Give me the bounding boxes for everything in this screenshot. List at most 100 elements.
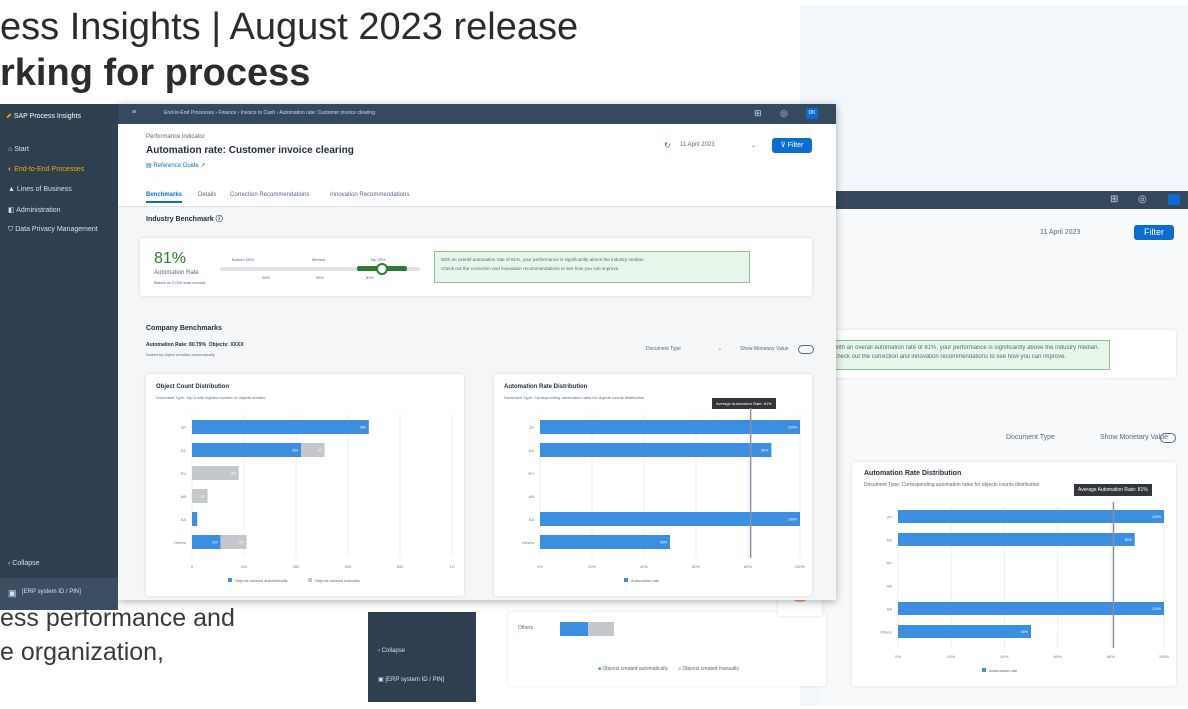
menu-icon[interactable]: ≡ [132, 109, 136, 116]
category-label: ZP [887, 515, 892, 520]
app-name: SAP Process Insights [13, 113, 82, 120]
monetary-toggle-label: Show Monetary Value [1100, 434, 1168, 441]
tick-label: 1K [450, 564, 455, 569]
avatar[interactable]: DK [806, 108, 818, 119]
tick-label: 20% [947, 654, 955, 659]
monetary-toggle[interactable] [798, 345, 814, 354]
chart-subtitle: Document Type: Corresponding automation … [864, 482, 1040, 488]
legend-manual-label: Objects created manually [315, 578, 360, 583]
automation-rate-panel-bg: Automation Rate Distribution Document Ty… [852, 462, 1176, 686]
industry-benchmark-card: 81% Automation Rate Based on 2,000 data … [140, 238, 812, 296]
help-icon[interactable]: ◎ [780, 108, 788, 119]
data-label: 90 [318, 449, 322, 453]
grid-icon[interactable]: ⊞ [1110, 194, 1118, 205]
tab-details[interactable]: Details [198, 192, 216, 198]
benchmark-message: With an overall automation rate of 81%, … [434, 251, 750, 283]
company-sub: Sorted by object creation automatically [146, 352, 215, 357]
sidebar-item-lines-of-business[interactable]: ▲ Lines of Business [8, 186, 72, 193]
breadcrumb-item[interactable]: Invoice to Cash [241, 110, 275, 116]
slide-bottom-line2: e organization, [0, 638, 165, 666]
tick-label: 200 [241, 564, 248, 569]
avatar[interactable] [1168, 194, 1180, 205]
slider-value-bottom: 28% [262, 275, 271, 280]
breadcrumb-item[interactable]: Finance [218, 110, 236, 116]
category-label: SA [181, 517, 187, 522]
info-icon[interactable]: ⓘ [216, 216, 223, 223]
tab-benchmarks[interactable]: Benchmarks [146, 192, 183, 203]
bar [192, 443, 302, 457]
category-label: Others [174, 540, 186, 545]
bar [540, 420, 800, 434]
sidebar-item-end-to-end[interactable]: ◐ End-to-End Processes [8, 166, 84, 173]
bar [898, 510, 1164, 523]
data-label: 89% [1125, 538, 1132, 542]
date-select[interactable]: 11 April 2023 [1040, 229, 1080, 236]
category-label: DZ [529, 448, 535, 453]
legend-auto-label: Objects created automatically [235, 578, 287, 583]
help-icon[interactable]: ◎ [1138, 194, 1147, 205]
category-label: Others [522, 540, 534, 545]
sidebar-item-administration[interactable]: ◧ Administration [8, 206, 61, 214]
logo-icon: ⬈ [6, 113, 12, 120]
bar [540, 443, 772, 457]
benchmark-message: With an overall automation rate of 81%, … [826, 340, 1110, 370]
filter-button[interactable]: Filter [1134, 225, 1174, 240]
category-label: DZ [181, 448, 187, 453]
system-selector[interactable]: ▣ [ERP system ID / PIN] [0, 578, 118, 610]
admin-icon: ◧ [8, 207, 15, 214]
filter-button[interactable]: ⊽ Filter [772, 138, 812, 153]
bar-others-auto [560, 622, 588, 636]
tick-label: 40% [1000, 654, 1008, 659]
sidebar-item-data-privacy[interactable]: ⛉ Data Privacy Management [8, 226, 98, 234]
category-label: DZ [887, 538, 893, 543]
bar-others-manual [588, 622, 614, 636]
data-label: 680 [360, 426, 366, 430]
data-label: 420 [292, 449, 298, 453]
bar [192, 512, 198, 526]
data-label: 100 [238, 541, 244, 545]
date-select[interactable]: 11 April 2023 ⌄ [680, 142, 760, 153]
tab-innovation-recommendations[interactable]: Innovation Recommendations [330, 192, 409, 198]
slider-label-median: Median [312, 257, 326, 262]
industry-benchmark-heading: Industry Benchmark ⓘ [146, 214, 223, 224]
category-label: AB [887, 584, 893, 589]
sidebar-item-start[interactable]: ⌂ Start [8, 146, 29, 153]
category-label: AB [529, 494, 535, 499]
data-label: 60 [201, 495, 205, 499]
slide-title-line1: ess Insights | August 2023 release [0, 6, 579, 48]
document-type-dropdown[interactable]: Document Type [1006, 434, 1055, 441]
breadcrumb: End-to-End Processes › Finance › Invoice… [164, 110, 375, 116]
grid-icon[interactable]: ⊞ [754, 108, 762, 119]
refresh-icon[interactable]: ↻ [664, 141, 671, 150]
reference-guide-link[interactable]: ▤ Reference Guide ↗ [146, 162, 205, 169]
app-logo[interactable]: ⬈ SAP Process Insights [6, 112, 81, 120]
category-label: Others [880, 630, 892, 635]
collapse-button[interactable]: ‹ Collapse [378, 648, 405, 654]
bar [898, 625, 1031, 638]
collapse-button[interactable]: ‹ Collapse [8, 560, 40, 567]
object-count-chart: 0 200 400 600 800 1K ZP 680 DZ 420 90 RV 180 AB 60 SA Ot… [174, 414, 455, 583]
filter-label: Filter [787, 142, 804, 149]
legend-manual: ■ Objects created manually [678, 666, 739, 672]
book-icon: ▤ [146, 163, 152, 169]
collapse-label: Collapse [381, 648, 406, 654]
tick-label: 20% [588, 564, 596, 569]
system-selector[interactable]: ▣ [ERP system ID / PIN] [378, 676, 444, 683]
monetary-toggle-label: Show Monetary Value [740, 346, 789, 352]
breadcrumb-item[interactable]: End-to-End Processes [164, 110, 214, 116]
category-label: ZP [529, 425, 534, 430]
date-value: 11 April 2023 [680, 142, 715, 148]
shellbar: ≡ End-to-End Processes › Finance › Invoi… [118, 104, 836, 124]
legend-auto: ■ Objects created automatically [598, 666, 669, 672]
data-label: 89% [761, 449, 768, 453]
tab-correction-recommendations[interactable]: Correction Recommendations [230, 192, 309, 198]
automation-rate-panel: Automation Rate Distribution Document Ty… [494, 374, 812, 596]
company-summary: Automation Rate: 80.79% Objects: XXXX [146, 342, 244, 348]
document-type-dropdown[interactable]: Document Type ⌄ [646, 346, 726, 352]
reference-guide-label: Reference Guide [153, 163, 199, 169]
tick-label: 100% [1159, 654, 1170, 659]
chevron-down-icon: ⌄ [750, 143, 756, 149]
slide-title-line2: rking for process [0, 52, 311, 94]
monetary-toggle[interactable] [1160, 433, 1176, 443]
automation-rate-value: 81% [154, 250, 187, 267]
